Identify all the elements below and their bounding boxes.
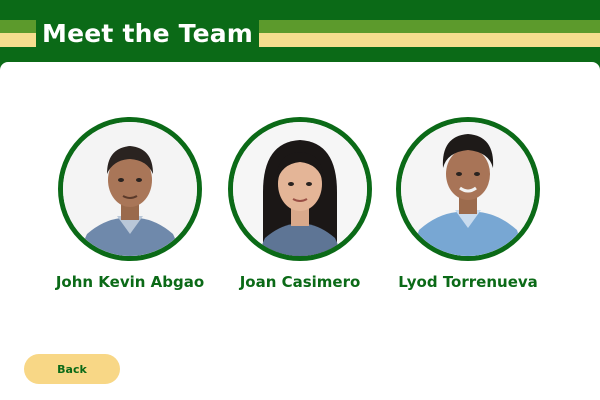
member-name: Lyod Torrenueva [398,273,538,291]
back-button[interactable]: Back [24,354,120,384]
avatar [396,117,540,261]
header-banner: Meet the Team [0,0,600,62]
avatar [58,117,202,261]
member-photo-image [63,122,197,256]
meet-the-team-page: Meet the Team John Kevin Abgao Joan Casi… [0,0,600,400]
team-member: Joan Casimero [210,117,390,291]
member-name: Joan Casimero [239,273,361,291]
team-member: John Kevin Abgao [40,117,220,291]
title-box: Meet the Team [36,16,260,50]
member-photo-image [233,122,367,256]
member-name: John Kevin Abgao [55,273,205,291]
team-card: John Kevin Abgao Joan Casimero Lyod Torr… [0,62,600,400]
avatar [228,117,372,261]
member-photo-image [401,122,535,256]
page-title: Meet the Team [42,18,254,48]
team-member: Lyod Torrenueva [378,117,558,291]
